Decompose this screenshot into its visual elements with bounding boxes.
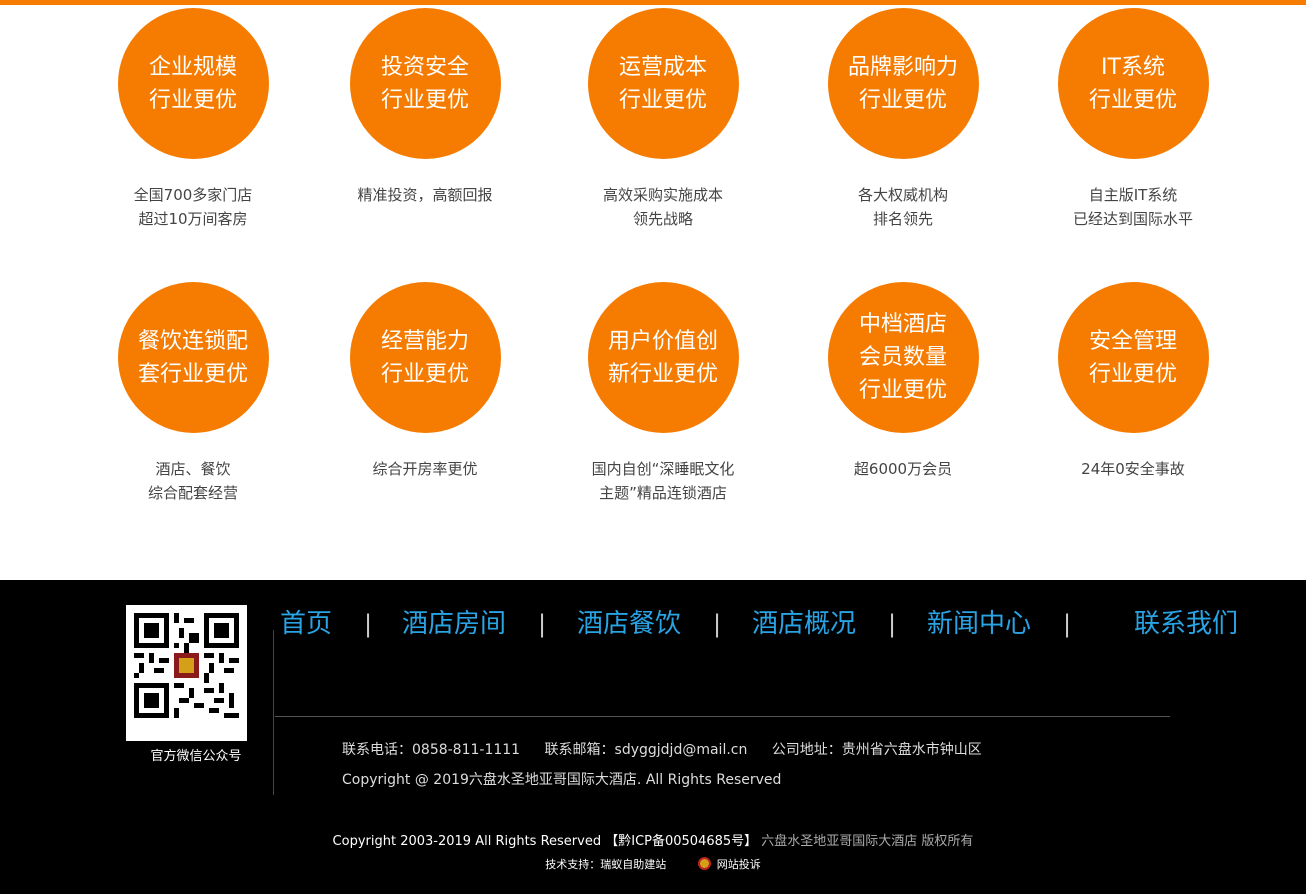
feature-desc: 超6000万会员 bbox=[853, 460, 953, 478]
site-copyright-line: Copyright 2003-2019 All Rights Reserved … bbox=[0, 832, 1306, 852]
tech-support-link[interactable]: 技术支持：瑞蚁自助建站 bbox=[545, 858, 666, 871]
feature-circle: 品牌影响力 行业更优 bbox=[827, 8, 979, 159]
features-section: 企业规模 行业更优 全国700多家门店 超过10万间客房 投资安全 行业更优 精… bbox=[0, 0, 1306, 580]
vertical-divider bbox=[273, 630, 274, 795]
feature-desc: 国内自创“深睡眠文化 主题”精品连锁酒店 bbox=[591, 460, 735, 502]
feature-circle: 运营成本 行业更优 bbox=[587, 8, 739, 159]
qr-code-frame bbox=[126, 605, 247, 741]
nav-link-news[interactable]: 新闻中心 bbox=[927, 606, 1031, 642]
contact-email: 联系邮箱：sdyggjdjd@mail.cn bbox=[544, 742, 748, 758]
qr-caption: 官方微信公众号 bbox=[150, 749, 242, 764]
site-owner: 六盘水圣地亚哥国际大酒店 版权所有 bbox=[761, 834, 974, 849]
feature-circle: 经营能力 行业更优 bbox=[349, 282, 501, 433]
feature-card: 用户价值创 新行业更优 国内自创“深睡眠文化 主题”精品连锁酒店 bbox=[548, 282, 778, 505]
feature-desc: 精准投资，高额回报 bbox=[357, 186, 493, 204]
nav-separator: | bbox=[538, 610, 547, 638]
nav-link-home[interactable]: 首页 bbox=[280, 606, 332, 642]
wechat-qr-code-icon bbox=[134, 613, 239, 718]
feature-circle: 投资安全 行业更优 bbox=[349, 8, 501, 159]
nav-separator: | bbox=[888, 610, 897, 638]
feature-card: 企业规模 行业更优 全国700多家门店 超过10万间客房 bbox=[78, 8, 308, 231]
nav-separator: | bbox=[364, 610, 373, 638]
feature-card: 投资安全 行业更优 精准投资，高额回报 bbox=[310, 8, 540, 207]
feature-circle: 中档酒店 会员数量 行业更优 bbox=[827, 282, 979, 433]
nav-link-dining[interactable]: 酒店餐饮 bbox=[577, 606, 681, 642]
icp-license-link[interactable]: 【黔ICP备00504685号】 bbox=[605, 834, 757, 849]
nav-link-rooms[interactable]: 酒店房间 bbox=[402, 606, 506, 642]
footer-nav: 首页 | 酒店房间 | 酒店餐饮 | 酒店概况 | 新闻中心 | 联系我们 bbox=[280, 606, 1260, 642]
nav-separator: | bbox=[1063, 610, 1072, 638]
report-link[interactable]: 网站投诉 bbox=[717, 858, 761, 871]
feature-card: 经营能力 行业更优 综合开房率更优 bbox=[310, 282, 540, 481]
contact-info: 联系电话：0858-811-1111 联系邮箱：sdyggjdjd@mail.c… bbox=[342, 740, 1002, 760]
site-copyright: Copyright 2003-2019 All Rights Reserved bbox=[332, 834, 602, 849]
feature-card: 品牌影响力 行业更优 各大权威机构 排名领先 bbox=[788, 8, 1018, 231]
feature-card: 运营成本 行业更优 高效采购实施成本 领先战略 bbox=[548, 8, 778, 231]
feature-circle: 用户价值创 新行业更优 bbox=[587, 282, 739, 433]
feature-desc: 自主版IT系统 已经达到国际水平 bbox=[1072, 186, 1193, 228]
feature-desc: 酒店、餐饮 综合配套经营 bbox=[147, 460, 238, 502]
tech-support-line: 技术支持：瑞蚁自助建站 网站投诉 bbox=[0, 856, 1306, 874]
feature-desc: 全国700多家门店 超过10万间客房 bbox=[133, 186, 253, 228]
feature-desc: 24年0安全事故 bbox=[1081, 460, 1185, 478]
site-footer: 官方微信公众号 首页 | 酒店房间 | 酒店餐饮 | 酒店概况 | 新闻中心 |… bbox=[0, 580, 1306, 894]
contact-address: 公司地址：贵州省六盘水市钟山区 bbox=[771, 742, 982, 758]
nav-link-contact[interactable]: 联系我们 bbox=[1134, 606, 1238, 642]
contact-phone: 联系电话：0858-811-1111 bbox=[342, 742, 521, 758]
feature-card: 安全管理 行业更优 24年0安全事故 bbox=[1018, 282, 1248, 481]
feature-circle: 餐饮连锁配 套行业更优 bbox=[117, 282, 269, 433]
police-badge-icon bbox=[697, 857, 711, 870]
feature-desc: 高效采购实施成本 领先战略 bbox=[602, 186, 723, 228]
feature-circle: IT系统 行业更优 bbox=[1057, 8, 1209, 159]
feature-card: 餐饮连锁配 套行业更优 酒店、餐饮 综合配套经营 bbox=[78, 282, 308, 505]
feature-card: IT系统 行业更优 自主版IT系统 已经达到国际水平 bbox=[1018, 8, 1248, 231]
horizontal-divider bbox=[275, 716, 1170, 717]
feature-circle: 企业规模 行业更优 bbox=[117, 8, 269, 159]
hotel-copyright: Copyright @ 2019六盘水圣地亚哥国际大酒店. All Rights… bbox=[342, 772, 782, 788]
nav-link-overview[interactable]: 酒店概况 bbox=[752, 606, 856, 642]
feature-card: 中档酒店 会员数量 行业更优 超6000万会员 bbox=[788, 282, 1018, 481]
feature-circle: 安全管理 行业更优 bbox=[1057, 282, 1209, 433]
feature-desc: 各大权威机构 排名领先 bbox=[857, 186, 948, 228]
nav-separator: | bbox=[713, 610, 722, 638]
feature-desc: 综合开房率更优 bbox=[372, 460, 478, 478]
